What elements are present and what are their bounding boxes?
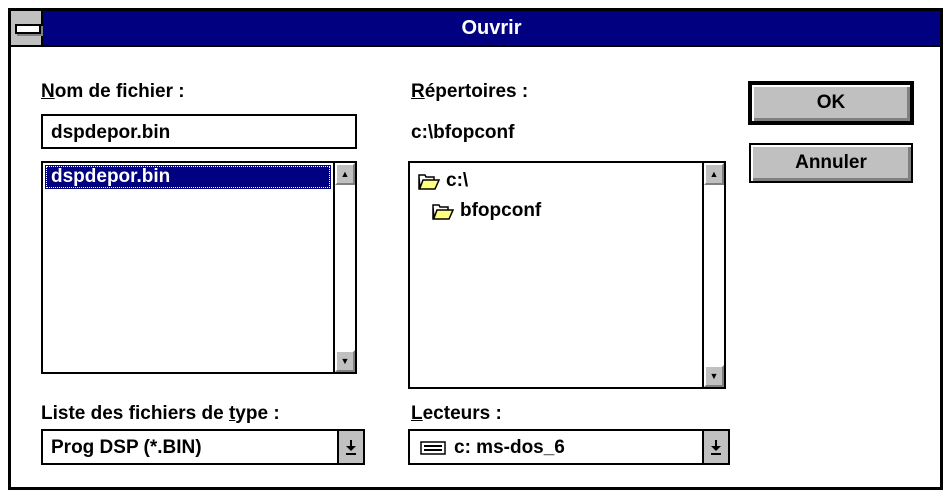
directory-item-label: c:\: [446, 170, 469, 191]
dropdown-arrow-icon[interactable]: [337, 431, 363, 463]
cancel-button-label: Annuler: [795, 152, 867, 173]
dropdown-arrow-icon[interactable]: [702, 431, 728, 463]
dialog-title: Ouvrir: [461, 17, 522, 39]
ok-button[interactable]: OK: [749, 82, 913, 124]
filename-input[interactable]: dspdepor.bin: [41, 114, 357, 149]
scroll-down-arrow-icon[interactable]: ▼: [335, 350, 355, 372]
system-menu-button[interactable]: [11, 11, 43, 45]
directory-item-label: bfopconf: [460, 200, 542, 221]
open-dialog: Ouvrir Nom de fichier : dspdepor.bin dsp…: [8, 8, 943, 490]
scroll-up-arrow-icon[interactable]: ▲: [335, 163, 355, 185]
open-folder-icon: [418, 173, 441, 191]
filetype-dropdown[interactable]: Prog DSP (*.BIN): [41, 429, 365, 465]
file-list-item-selected[interactable]: dspdepor.bin: [45, 165, 331, 189]
file-list-scrollbar[interactable]: ▲ ▼: [333, 163, 355, 372]
filename-label: Nom de fichier :: [41, 81, 185, 102]
file-list[interactable]: dspdepor.bin ▲ ▼: [41, 161, 357, 374]
scroll-down-arrow-icon[interactable]: ▼: [704, 365, 724, 387]
directory-item-root[interactable]: c:\: [418, 169, 468, 193]
filetype-label: Liste des fichiers de type :: [41, 403, 280, 424]
title-bar[interactable]: Ouvrir: [11, 11, 940, 47]
drives-dropdown[interactable]: c: ms-dos_6: [408, 429, 730, 465]
hard-drive-icon: [420, 440, 446, 462]
filename-input-value: dspdepor.bin: [51, 122, 171, 143]
directory-item-bfopconf[interactable]: bfopconf: [432, 199, 541, 223]
ok-button-label: OK: [816, 92, 846, 113]
open-folder-icon: [432, 203, 455, 221]
drives-label: Lecteurs :: [411, 403, 502, 424]
directory-list-scrollbar[interactable]: ▲ ▼: [702, 163, 724, 387]
current-path: c:\bfopconf: [411, 122, 515, 143]
file-list-item-label: dspdepor.bin: [51, 166, 171, 187]
drives-dropdown-value: c: ms-dos_6: [454, 437, 565, 458]
system-menu-icon: [15, 24, 41, 34]
filetype-dropdown-value: Prog DSP (*.BIN): [51, 437, 202, 458]
cancel-button[interactable]: Annuler: [749, 143, 913, 183]
directories-label: Répertoires :: [411, 81, 529, 102]
directory-list[interactable]: c:\ bfopconf ▲ ▼: [408, 161, 726, 389]
scroll-up-arrow-icon[interactable]: ▲: [704, 163, 724, 185]
